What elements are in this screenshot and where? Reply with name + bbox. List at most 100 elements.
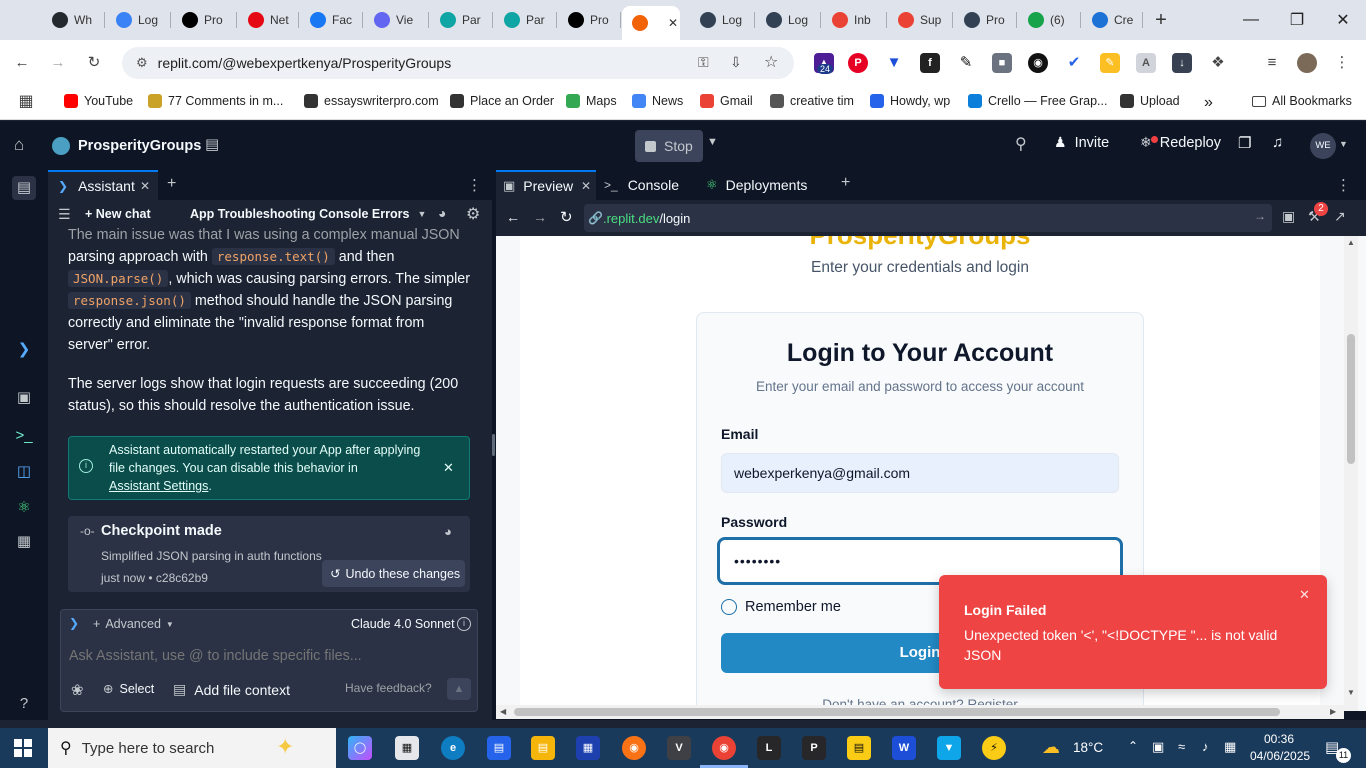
temperature[interactable]: 18°C: [1073, 740, 1103, 755]
extension-box-icon[interactable]: ■: [992, 53, 1012, 73]
install-icon[interactable]: ⇩: [730, 54, 742, 71]
browser-menu-icon[interactable]: ⋮: [1332, 53, 1352, 73]
edge-app-icon[interactable]: e: [441, 736, 465, 760]
model-label[interactable]: Claude 4.0 Sonnet: [351, 617, 455, 631]
project-files-icon[interactable]: ▤: [205, 135, 219, 153]
attach-paperclip-icon[interactable]: ❀: [71, 681, 84, 699]
copilot-app-icon[interactable]: ◯: [348, 736, 372, 760]
media-control-icon[interactable]: ≡: [1262, 53, 1282, 73]
invite-button[interactable]: ♟ Invite: [1054, 134, 1109, 151]
chat-input[interactable]: [69, 644, 469, 668]
chrome-app-icon[interactable]: ◉: [712, 736, 736, 760]
pattern-app-icon[interactable]: ▦: [395, 736, 419, 760]
browser-tab[interactable]: Log: [106, 6, 172, 34]
browser-tab[interactable]: Par: [430, 6, 494, 34]
browser-tab[interactable]: Pro: [954, 6, 1018, 34]
project-switcher[interactable]: ProsperityGroups: [52, 130, 201, 162]
address-bar[interactable]: ⚙ replit.com/@webexpertkenya/ProsperityG…: [122, 47, 794, 79]
store-app-icon[interactable]: ▦: [576, 736, 600, 760]
bookmark-item[interactable]: 77 Comments in m...: [148, 94, 283, 108]
browser-tab[interactable]: Net: [238, 6, 300, 34]
send-button[interactable]: ▲: [447, 678, 471, 700]
browser-tab[interactable]: Inb: [822, 6, 888, 34]
undo-changes-button[interactable]: ↺ Undo these changes: [322, 560, 465, 587]
maximize-icon[interactable]: ❐: [1274, 0, 1320, 40]
h-scroll-thumb[interactable]: [514, 708, 1280, 716]
close-window-icon[interactable]: ✕: [1320, 0, 1366, 40]
remember-me-checkbox[interactable]: Remember me: [721, 599, 841, 615]
close-tab-icon[interactable]: ✕: [668, 16, 678, 30]
grey-extension-icon[interactable]: A: [1136, 53, 1156, 73]
docs-app-icon[interactable]: ▤: [487, 736, 511, 760]
vectorly-icon[interactable]: ▼: [884, 53, 904, 73]
windows-start-icon[interactable]: [14, 739, 32, 757]
browser-tab[interactable]: Pro: [172, 6, 238, 34]
download-extension-icon[interactable]: ↓: [1172, 53, 1192, 73]
browser-tab[interactable]: Wh: [42, 6, 106, 34]
forward-icon[interactable]: →: [48, 53, 68, 73]
files-toggle-icon[interactable]: ▤: [12, 176, 36, 200]
user-menu-chevron-icon[interactable]: ▼: [1339, 139, 1348, 149]
l-app-icon[interactable]: L: [757, 736, 781, 760]
help-icon[interactable]: ?: [14, 694, 34, 714]
ime-icon[interactable]: ▦: [1224, 739, 1236, 755]
back-icon[interactable]: ←: [12, 53, 32, 73]
more-bookmarks-icon[interactable]: »: [1204, 94, 1213, 112]
preview-url-input[interactable]: 🔗 .replit.dev /login →: [584, 204, 1272, 232]
tab-preview[interactable]: ▣ Preview ✕: [496, 170, 596, 200]
network-icon[interactable]: ≈: [1178, 739, 1185, 754]
new-tab-button[interactable]: +: [1150, 6, 1172, 34]
close-toast-icon[interactable]: ✕: [1299, 587, 1310, 603]
tray-chevron-icon[interactable]: ⌃: [1128, 739, 1138, 753]
search-icon[interactable]: ⚲: [1015, 134, 1027, 154]
ruler-icon[interactable]: ✎: [1100, 53, 1120, 73]
email-field[interactable]: webexperkenya@gmail.com: [721, 453, 1119, 493]
new-chat-button[interactable]: + New chat: [85, 207, 151, 221]
browser-tab[interactable]: (6): [1018, 6, 1082, 34]
browser-tab[interactable]: Log: [690, 6, 756, 34]
browser-tab[interactable]: Fac: [300, 6, 364, 34]
browser-tab[interactable]: Par: [494, 6, 558, 34]
browser-tab[interactable]: Vie: [364, 6, 430, 34]
scroll-left-icon[interactable]: ◀: [500, 707, 506, 716]
add-tab-icon[interactable]: +: [841, 174, 850, 192]
preview-vertical-scrollbar[interactable]: ▲ ▼: [1344, 236, 1358, 711]
device-icon[interactable]: ▣: [1282, 208, 1295, 225]
code-icon[interactable]: ❯: [14, 340, 34, 360]
reload-icon[interactable]: ↻: [84, 53, 104, 73]
pinterest-icon[interactable]: P: [848, 53, 868, 73]
add-tab-icon[interactable]: +: [167, 175, 176, 193]
assistant-tab[interactable]: ❯ Assistant ✕: [48, 170, 158, 200]
fontawesome-icon[interactable]: f: [920, 53, 940, 73]
stop-button[interactable]: Stop: [635, 130, 703, 162]
history-list-icon[interactable]: ☰: [58, 206, 71, 223]
feedback-link[interactable]: Have feedback?: [345, 681, 432, 695]
eyedropper-icon[interactable]: ✎: [956, 53, 976, 73]
weather-icon[interactable]: ☁: [1042, 737, 1060, 758]
preview-horizontal-scrollbar[interactable]: ◀ ▶: [496, 705, 1344, 719]
deployments-icon[interactable]: ⚛: [14, 498, 34, 518]
all-bookmarks[interactable]: All Bookmarks: [1252, 94, 1352, 108]
shell-icon[interactable]: >_: [14, 426, 34, 446]
bookmark-item[interactable]: essayswriterpro.com: [304, 94, 439, 108]
close-tab-icon[interactable]: ✕: [140, 179, 150, 193]
panes-icon[interactable]: ❐: [1238, 134, 1251, 152]
scroll-right-icon[interactable]: ▶: [1330, 707, 1336, 716]
bookmark-item[interactable]: News: [632, 94, 683, 108]
preview-reload-icon[interactable]: ↻: [560, 208, 573, 226]
browser-tab[interactable]: ✕: [622, 6, 680, 40]
run-options-chevron-icon[interactable]: ▼: [707, 136, 718, 148]
open-url-arrow-icon[interactable]: →: [1254, 209, 1266, 223]
meet-now-icon[interactable]: ▣: [1152, 739, 1164, 755]
browser-tab[interactable]: Pro: [558, 6, 622, 34]
taskbar-search-box[interactable]: ⚲ Type here to search ✦: [48, 728, 336, 768]
minimize-icon[interactable]: —: [1228, 0, 1274, 40]
rollback-speed-icon[interactable]: ◕: [444, 524, 452, 539]
splitter-handle[interactable]: [492, 434, 495, 456]
clock-time[interactable]: 00:36: [1264, 732, 1294, 746]
preview-forward-icon[interactable]: →: [533, 209, 547, 225]
colorzilla-icon[interactable]: ◉: [1028, 53, 1048, 73]
sticky-notes-icon[interactable]: ▤: [847, 736, 871, 760]
user-avatar[interactable]: WE: [1310, 133, 1336, 159]
close-tab-icon[interactable]: ✕: [581, 179, 591, 193]
